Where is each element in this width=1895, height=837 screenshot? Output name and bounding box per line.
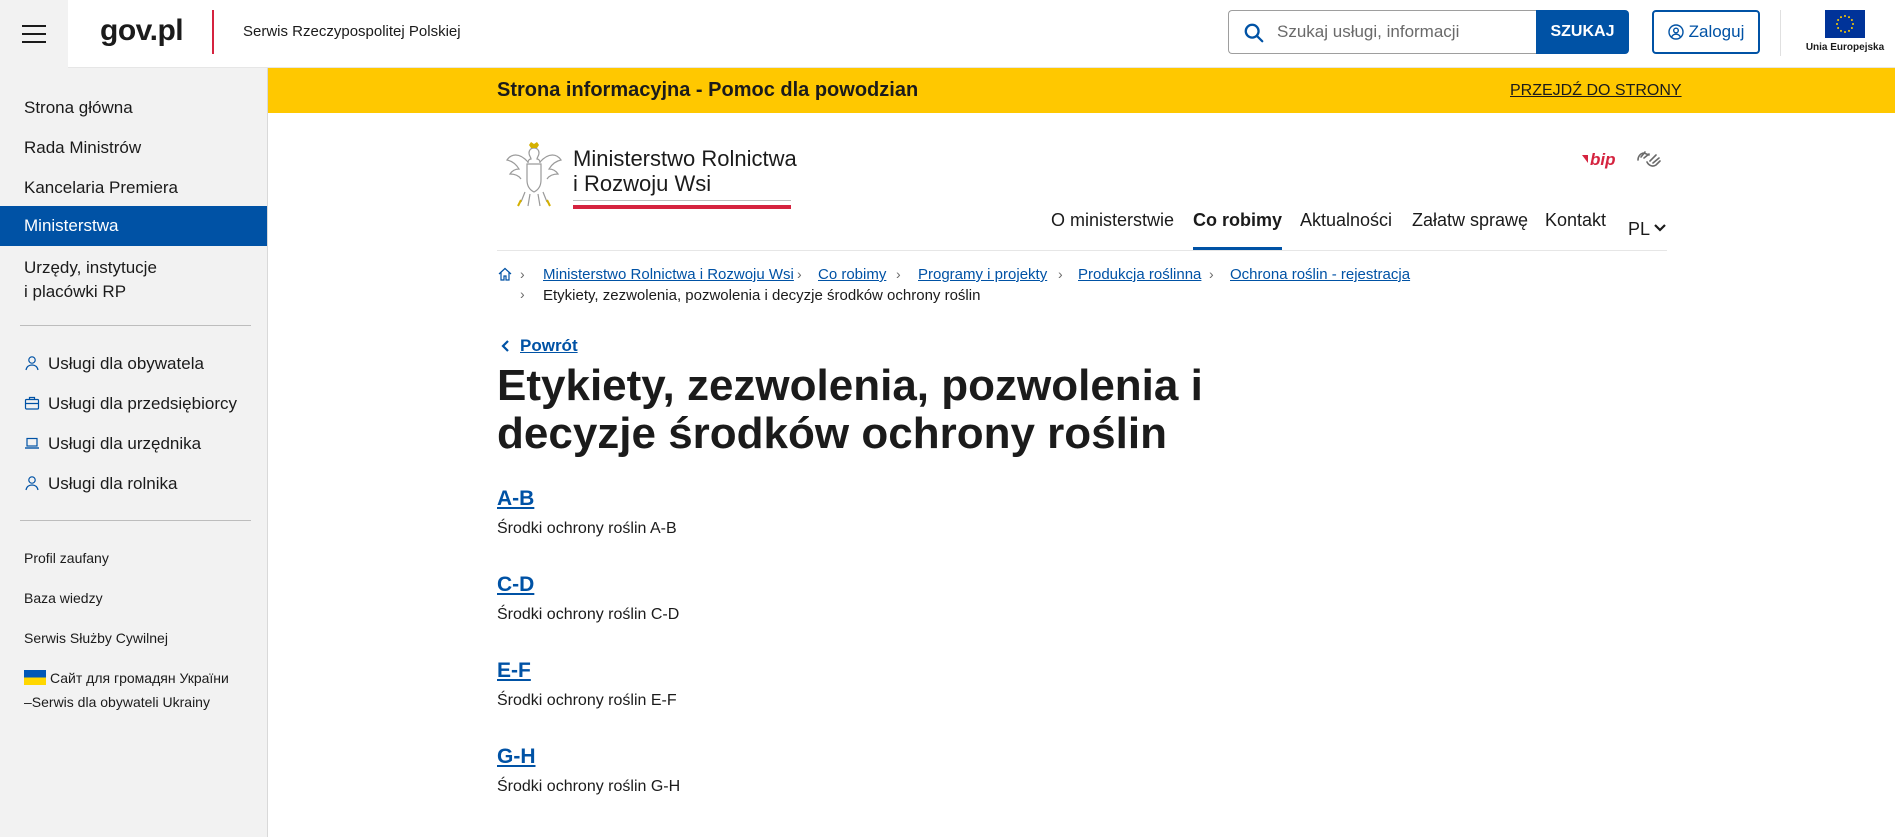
banner-link[interactable]: PRZEJDŹ DO STRONY: [1510, 82, 1682, 100]
eagle-emblem-icon: [506, 142, 562, 207]
chevron-right-icon: ›: [1058, 266, 1063, 282]
entry-desc-g-h: Środki ochrony roślin G-H: [497, 778, 681, 795]
nav-what-we-do[interactable]: Co robimy: [1193, 210, 1283, 250]
eu-logo: Unia Europejska: [1805, 10, 1885, 53]
logo-divider: [212, 10, 214, 54]
search-icon: [1244, 23, 1264, 43]
sidebar-item-ministries[interactable]: Ministerstwa: [0, 206, 267, 246]
language-selector[interactable]: PL: [1628, 219, 1667, 240]
person-icon: [25, 356, 39, 371]
chevron-right-icon: ›: [520, 286, 525, 302]
sidebar-offices-line1: Urzędy, instytucje: [24, 258, 157, 277]
entry-link-g-h[interactable]: G-H: [497, 745, 536, 769]
login-label: Zaloguj: [1688, 22, 1745, 41]
entry-desc-e-f: Środki ochrony roślin E-F: [497, 692, 677, 709]
sidebar-item-offices[interactable]: Urzędy, instytucje i placówki RP: [0, 256, 267, 304]
search-box: [1228, 10, 1540, 54]
sidebar-ukraine-line1: Сайт для громадян України: [50, 670, 229, 686]
briefcase-icon: [24, 396, 40, 410]
breadcrumb-plant-protection[interactable]: Ochrona roślin - rejestracja: [1230, 266, 1410, 283]
eu-flag-icon: [1825, 10, 1865, 38]
ministry-underline: [573, 200, 791, 201]
banner-title: Strona informacyjna - Pomoc dla powodzia…: [497, 79, 919, 101]
sidebar-divider: [20, 520, 251, 521]
ministry-name-line2: i Rozwoju Wsi: [573, 171, 712, 196]
chevron-right-icon: ›: [797, 266, 802, 282]
back-label: Powrót: [520, 336, 578, 355]
nav-divider: [497, 250, 1667, 251]
service-name: Serwis Rzeczypospolitej Polskiej: [243, 23, 461, 40]
chevron-right-icon: ›: [896, 266, 901, 282]
entry-desc-a-b: Środki ochrony roślin A-B: [497, 520, 677, 537]
sign-language-icon[interactable]: [1635, 148, 1663, 170]
eu-divider: [1780, 10, 1781, 56]
sidebar-ukraine-line2: –Serwis dla obywateli Ukrainy: [24, 694, 210, 710]
top-bar: gov.pl Serwis Rzeczypospolitej Polskiej …: [0, 0, 1895, 68]
sidebar-item-home[interactable]: Strona główna: [0, 96, 267, 120]
breadcrumb-current: Etykiety, zezwolenia, pozwolenia i decyz…: [543, 287, 981, 304]
sidebar-citizen-label: Usługi dla obywatela: [48, 354, 204, 373]
chevron-down-icon: [1654, 224, 1666, 232]
sidebar-business-label: Usługi dla przedsiębiorcy: [48, 394, 237, 413]
eu-label: Unia Europejska: [1805, 42, 1885, 53]
login-button[interactable]: Zaloguj: [1652, 10, 1760, 54]
bip-link[interactable]: bip: [1582, 150, 1616, 170]
nav-services[interactable]: Załatw sprawę: [1412, 210, 1528, 250]
sidebar-item-knowledge-base[interactable]: Baza wiedzy: [0, 586, 267, 610]
sidebar-item-ukraine[interactable]: Сайт для громадян України –Serwis dla ob…: [0, 666, 267, 714]
nav-about[interactable]: O ministerstwie: [1051, 210, 1174, 250]
sidebar-divider: [20, 325, 251, 326]
entry-link-a-b[interactable]: A-B: [497, 487, 534, 511]
sidebar-item-official[interactable]: Usługi dla urzędnika: [0, 432, 267, 456]
sidebar-item-council[interactable]: Rada Ministrów: [0, 136, 267, 160]
back-link[interactable]: Powrót: [500, 336, 578, 356]
sidebar-official-label: Usługi dla urzędnika: [48, 434, 202, 453]
gov-pl-logo[interactable]: gov.pl: [100, 14, 184, 48]
home-icon[interactable]: [497, 266, 513, 282]
sidebar-offices-line2: i placówki RP: [24, 282, 127, 301]
ministry-name: Ministerstwo Rolnictwa i Rozwoju Wsi: [573, 146, 797, 196]
breadcrumb-what-we-do[interactable]: Co robimy: [818, 266, 886, 283]
chevron-left-icon: [501, 340, 509, 352]
page-title: Etykiety, zezwolenia, pozwolenia i decyz…: [497, 361, 1203, 458]
sidebar-item-civil-service[interactable]: Serwis Służby Cywilnej: [0, 626, 267, 650]
search-button[interactable]: SZUKAJ: [1536, 10, 1629, 54]
sidebar-item-chancellery[interactable]: Kancelaria Premiera: [0, 176, 267, 200]
sidebar-item-farmer[interactable]: Usługi dla rolnika: [0, 472, 267, 496]
sidebar-item-business[interactable]: Usługi dla przedsiębiorcy: [0, 392, 267, 416]
menu-icon[interactable]: [0, 0, 68, 68]
sidebar: Strona główna Rada Ministrów Kancelaria …: [0, 68, 268, 837]
breadcrumb-ministry[interactable]: Ministerstwo Rolnictwa i Rozwoju Wsi: [543, 266, 794, 283]
chevron-right-icon: ›: [520, 266, 525, 282]
ministry-name-line1: Ministerstwo Rolnictwa: [573, 146, 797, 171]
chevron-right-icon: ›: [1209, 266, 1214, 282]
laptop-icon: [25, 437, 39, 449]
sidebar-farmer-label: Usługi dla rolnika: [48, 474, 178, 493]
nav-contact[interactable]: Kontakt: [1545, 210, 1606, 250]
language-label: PL: [1628, 219, 1651, 239]
ministry-red-underline: [573, 205, 791, 209]
entry-link-c-d[interactable]: C-D: [497, 573, 534, 597]
flood-help-banner: Strona informacyjna - Pomoc dla powodzia…: [268, 68, 1895, 113]
person-icon: [25, 476, 39, 491]
ukraine-flag-icon: [24, 670, 46, 685]
user-circle-icon: [1667, 24, 1684, 40]
sidebar-item-citizen[interactable]: Usługi dla obywatela: [0, 352, 267, 376]
nav-news[interactable]: Aktualności: [1300, 210, 1392, 250]
breadcrumb-programs[interactable]: Programy i projekty: [918, 266, 1047, 283]
search-input[interactable]: [1277, 11, 1535, 53]
entry-desc-c-d: Środki ochrony roślin C-D: [497, 606, 680, 623]
breadcrumb-plant-production[interactable]: Produkcja roślinna: [1078, 266, 1201, 283]
entry-link-e-f[interactable]: E-F: [497, 659, 531, 683]
sidebar-item-trusted-profile[interactable]: Profil zaufany: [0, 546, 267, 570]
